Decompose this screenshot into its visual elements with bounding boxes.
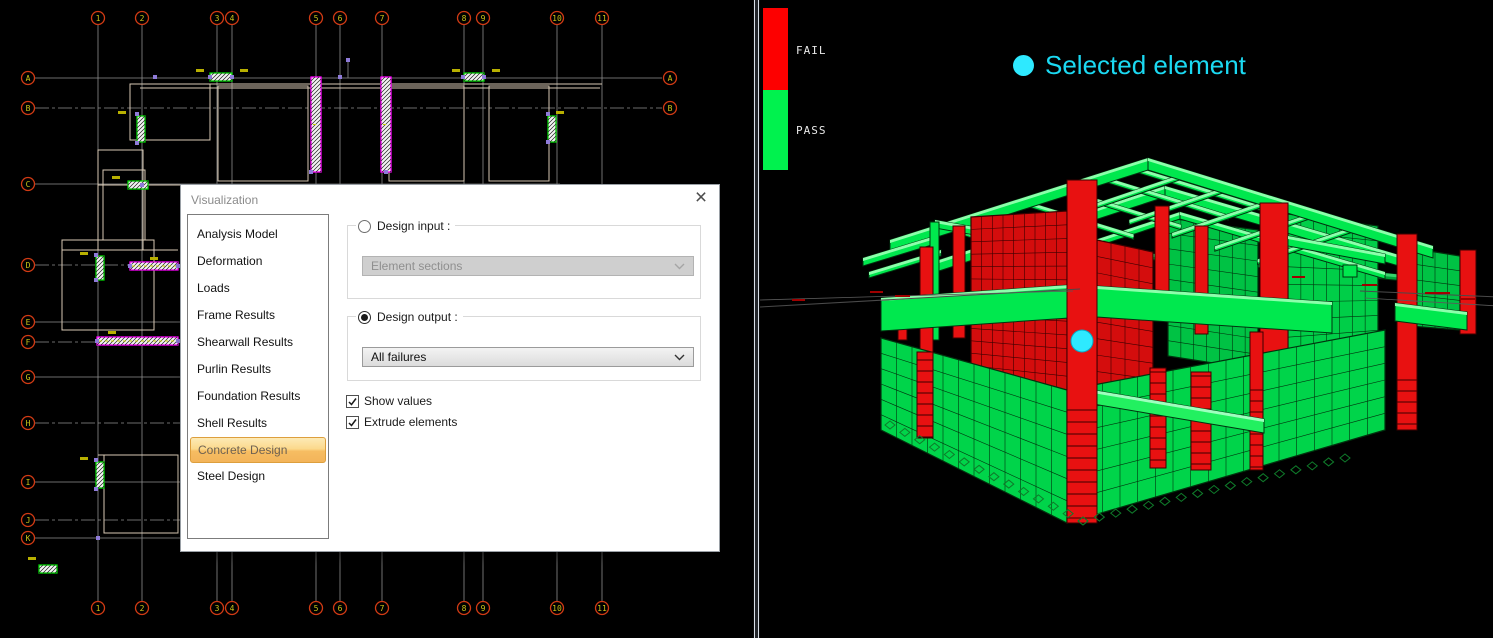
fail-label: FAIL: [796, 44, 827, 57]
svg-text:J: J: [26, 516, 31, 525]
visualization-category-list: Analysis ModelDeformationLoadsFrame Resu…: [187, 214, 329, 539]
visualization-dialog: Visualization × Analysis ModelDeformatio…: [180, 184, 720, 552]
list-item-analysis-model[interactable]: Analysis Model: [188, 221, 328, 248]
extrude-elements-checkbox[interactable]: [346, 416, 359, 429]
svg-text:10: 10: [552, 14, 562, 23]
list-item-shell-results[interactable]: Shell Results: [188, 410, 328, 437]
svg-text:H: H: [26, 419, 31, 428]
svg-text:A: A: [668, 74, 673, 83]
svg-text:G: G: [26, 373, 31, 382]
design-output-radio[interactable]: [358, 311, 371, 324]
list-item-frame-results[interactable]: Frame Results: [188, 302, 328, 329]
list-item-steel-design[interactable]: Steel Design: [188, 463, 328, 490]
svg-text:8: 8: [462, 604, 467, 613]
pass-color-swatch: [763, 90, 788, 170]
show-values-label: Show values: [364, 394, 432, 408]
svg-text:2: 2: [140, 14, 145, 23]
svg-text:E: E: [26, 318, 31, 327]
check-icon: [347, 396, 358, 407]
design-input-value: Element sections: [371, 259, 462, 273]
svg-text:3: 3: [215, 14, 220, 23]
svg-text:6: 6: [338, 14, 343, 23]
svg-text:K: K: [26, 534, 31, 543]
list-item-concrete-design[interactable]: Concrete Design: [190, 437, 326, 463]
extrude-elements-row[interactable]: Extrude elements: [346, 415, 457, 429]
list-item-foundation-results[interactable]: Foundation Results: [188, 383, 328, 410]
structure-3d-model: [760, 0, 1493, 638]
result-legend: FAIL PASS: [763, 8, 788, 170]
design-output-value: All failures: [371, 350, 426, 364]
svg-text:9: 9: [481, 14, 486, 23]
list-item-loads[interactable]: Loads: [188, 275, 328, 302]
panel-splitter[interactable]: [753, 0, 760, 638]
chevron-down-icon: [674, 263, 685, 270]
selected-element-marker: [1071, 330, 1093, 352]
selected-element-banner: Selected element: [1013, 50, 1246, 81]
svg-text:8: 8: [462, 14, 467, 23]
svg-text:7: 7: [380, 14, 385, 23]
svg-text:10: 10: [552, 604, 562, 613]
svg-text:11: 11: [597, 604, 607, 613]
svg-text:B: B: [26, 104, 31, 113]
svg-text:I: I: [26, 478, 31, 487]
design-input-dropdown[interactable]: Element sections: [362, 256, 694, 276]
pass-label: PASS: [796, 124, 827, 137]
design-input-radio-row[interactable]: Design input :: [356, 217, 455, 235]
svg-text:5: 5: [314, 604, 319, 613]
svg-text:2: 2: [140, 604, 145, 613]
svg-text:3: 3: [215, 604, 220, 613]
design-output-radio-row[interactable]: Design output :: [356, 308, 463, 326]
list-item-purlin-results[interactable]: Purlin Results: [188, 356, 328, 383]
svg-text:D: D: [26, 261, 31, 270]
check-icon: [347, 417, 358, 428]
list-item-deformation[interactable]: Deformation: [188, 248, 328, 275]
svg-text:4: 4: [230, 604, 235, 613]
fail-color-swatch: [763, 8, 788, 90]
design-input-radio[interactable]: [358, 220, 371, 233]
dialog-title: Visualization: [191, 193, 258, 207]
svg-text:11: 11: [597, 14, 607, 23]
svg-text:5: 5: [314, 14, 319, 23]
chevron-down-icon: [674, 354, 685, 361]
svg-text:6: 6: [338, 604, 343, 613]
show-values-row[interactable]: Show values: [346, 394, 432, 408]
svg-text:1: 1: [96, 604, 101, 613]
result-viewer-viewport[interactable]: FAIL PASS Selected element: [760, 0, 1493, 638]
selected-element-dot-icon: [1013, 55, 1034, 76]
design-input-group: Design input : Element sections: [347, 225, 701, 299]
svg-text:F: F: [26, 338, 31, 347]
extrude-elements-label: Extrude elements: [364, 415, 457, 429]
design-input-label: Design input :: [377, 219, 450, 233]
svg-text:C: C: [26, 180, 31, 189]
show-values-checkbox[interactable]: [346, 395, 359, 408]
design-output-group: Design output : All failures: [347, 316, 701, 381]
svg-text:4: 4: [230, 14, 235, 23]
list-item-shearwall-results[interactable]: Shearwall Results: [188, 329, 328, 356]
selected-element-label: Selected element: [1045, 50, 1246, 81]
svg-text:A: A: [26, 74, 31, 83]
design-output-dropdown[interactable]: All failures: [362, 347, 694, 367]
svg-text:1: 1: [96, 14, 101, 23]
svg-text:B: B: [668, 104, 673, 113]
application-window: 11223344556677889910101111AABBCDEFGHIJK …: [0, 0, 1493, 638]
design-output-label: Design output :: [377, 310, 458, 324]
svg-text:9: 9: [481, 604, 486, 613]
svg-text:7: 7: [380, 604, 385, 613]
close-icon[interactable]: ×: [691, 188, 711, 208]
